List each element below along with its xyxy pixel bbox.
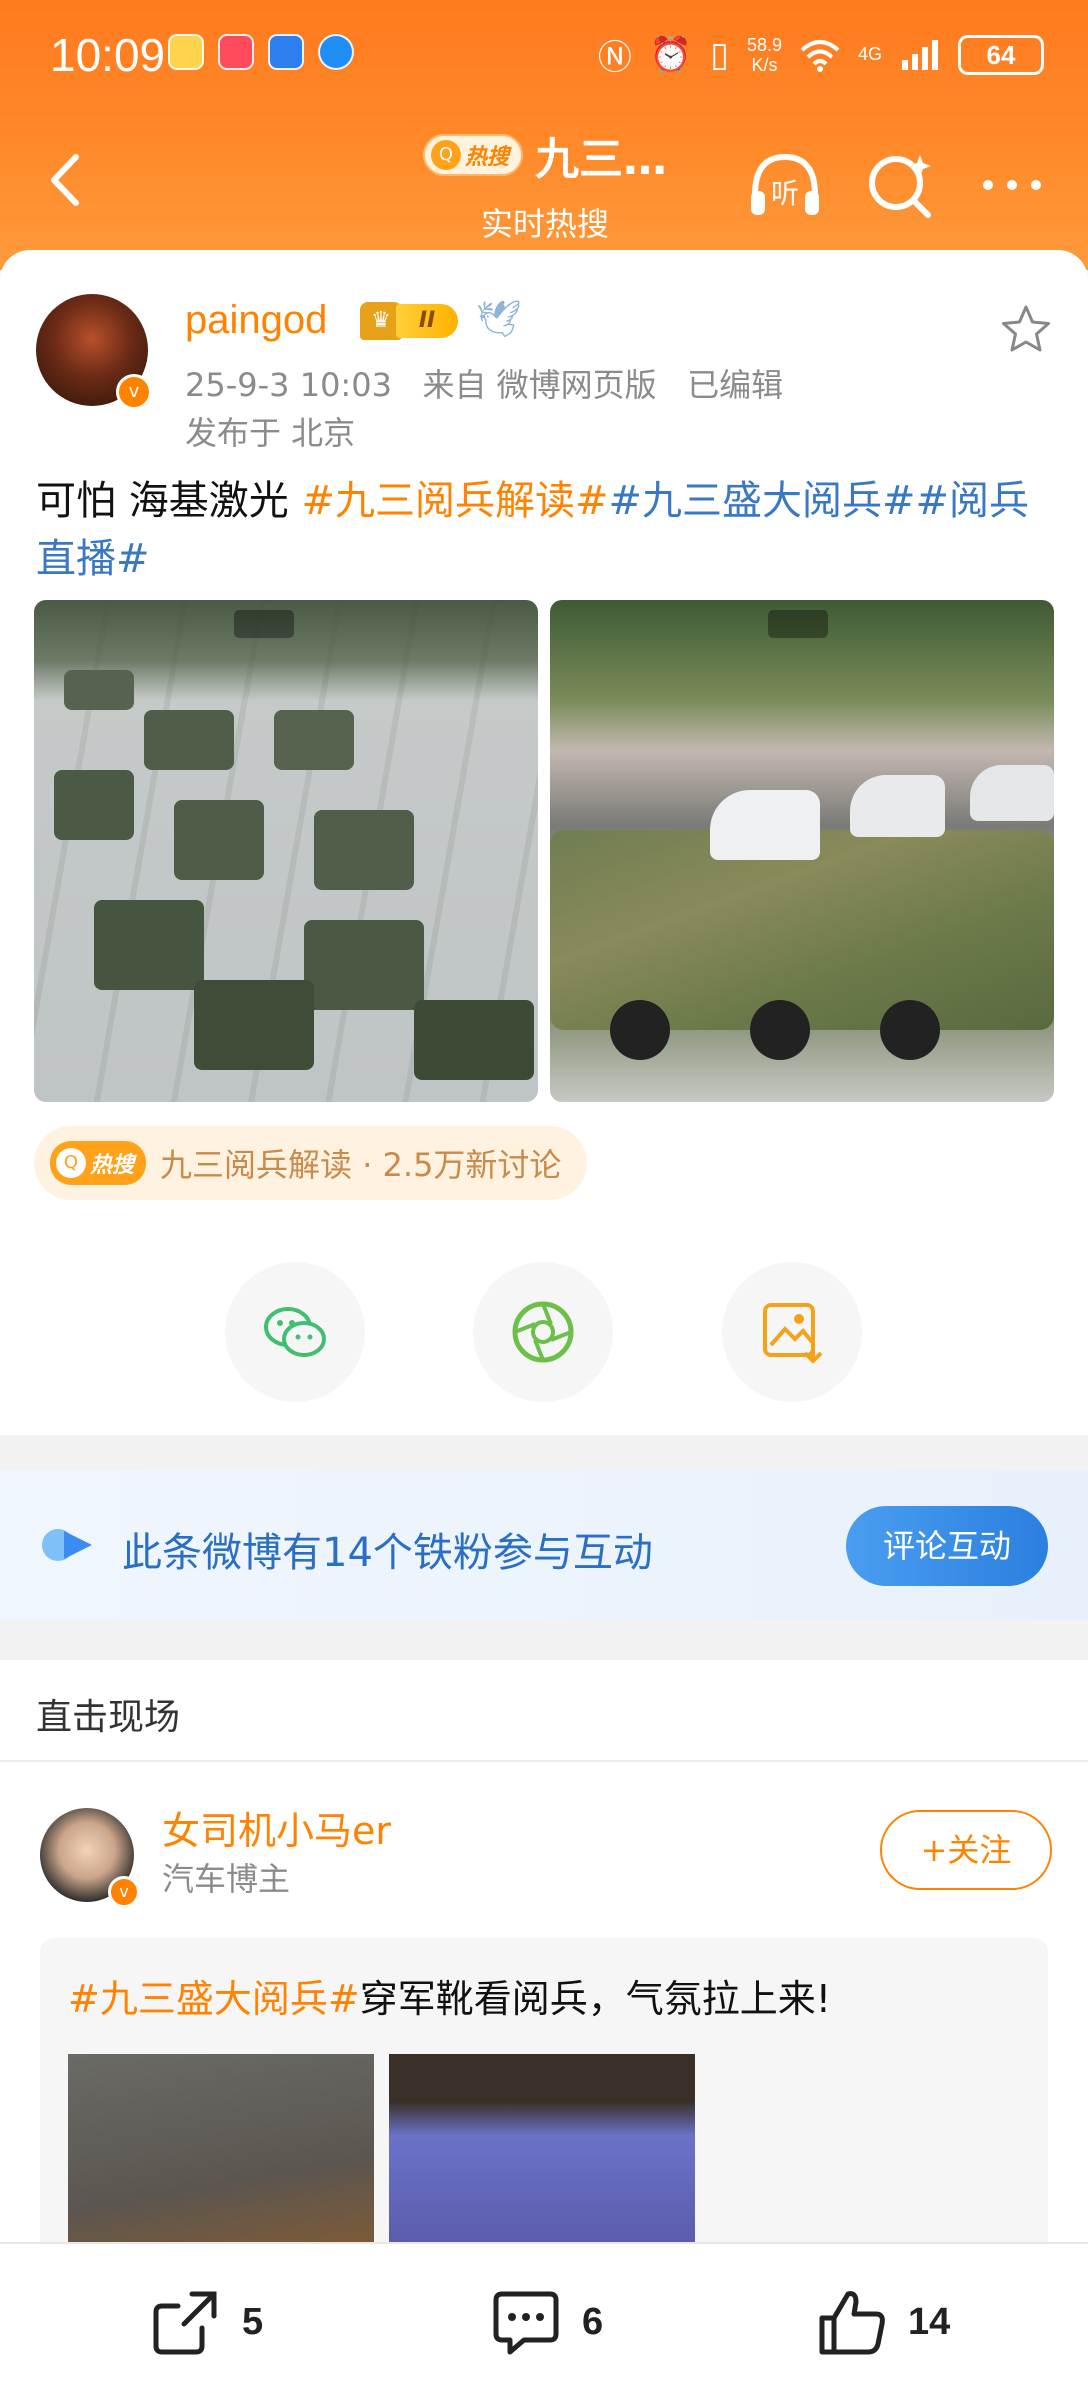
status-bar: 10:09 Ⓝ ⏰ ▯ 58.9 K/s 4G 64 (0, 0, 1088, 110)
nfc-icon: Ⓝ (597, 38, 632, 78)
more-options-icon[interactable] (972, 145, 1052, 225)
save-image-button[interactable] (722, 1262, 862, 1402)
share-wechat-button[interactable] (225, 1262, 365, 1402)
weather-icon (268, 34, 304, 70)
post-image[interactable] (34, 600, 538, 1102)
author-avatar[interactable]: v (40, 1808, 140, 1908)
hot-search-badge: Q 热搜 (50, 1141, 147, 1185)
bottom-action-bar: 5 6 14 (0, 2242, 1088, 2400)
fans-interaction-banner: 此条微博有14个铁粉参与互动 评论互动 (0, 1470, 1088, 1620)
vibrate-icon: ▯ (710, 34, 729, 75)
author-name[interactable]: paingod (185, 298, 327, 343)
network-type: 4G (857, 44, 882, 64)
post-text: 可怕 海基激光 #九三阅兵解读##九三盛大阅兵##阅兵直播# (36, 472, 1052, 588)
post-location: 发布于 北京 (185, 414, 356, 452)
hot-search-label: 热搜 (464, 145, 509, 170)
nav-bar: Q 热搜 九三… 实时热搜 听 (0, 115, 1088, 245)
page-subtitle: 实时热搜 (480, 205, 609, 243)
author-avatar[interactable]: v (36, 294, 152, 410)
follow-button[interactable]: +关注 (880, 1810, 1052, 1890)
divider (0, 1760, 1088, 1762)
post-edited: 已编辑 (687, 366, 784, 404)
network-speed-value: 58.9 (746, 34, 782, 55)
hot-topic-text: 九三阅兵解读 · 2.5万新讨论 (160, 1146, 562, 1184)
notification-icons (168, 34, 354, 70)
thumbs-up-icon (819, 2291, 885, 2355)
repost-button[interactable]: 5 (148, 2284, 263, 2360)
like-button[interactable]: 14 (814, 2284, 950, 2360)
search-icon[interactable] (860, 145, 940, 225)
status-time: 10:09 (50, 29, 166, 81)
tips-icon (318, 34, 354, 70)
wechat-icon (264, 1307, 326, 1357)
alarm-icon: ⏰ (649, 34, 693, 75)
member-level: II (396, 304, 458, 338)
app-screen: 10:09 Ⓝ ⏰ ▯ 58.9 K/s 4G 64 Q 热搜 九三… 实时热搜… (0, 0, 1088, 2400)
hashtag-link[interactable]: #九三盛大阅兵# (68, 1977, 360, 2021)
page-title: 九三… (535, 134, 667, 185)
live-post-text: #九三盛大阅兵#穿军靴看阅兵，气氛拉上来! (68, 1968, 831, 2023)
fans-badge-icon (42, 1529, 92, 1561)
comment-count: 6 (582, 2300, 604, 2343)
save-image-icon (763, 1303, 823, 1364)
huawei-store-icon (218, 34, 254, 70)
search-icon: Q (430, 140, 461, 170)
live-post-body: 穿军靴看阅兵，气氛拉上来! (359, 1977, 831, 2021)
battery-indicator: 64 (958, 34, 1044, 75)
like-count: 14 (908, 2300, 951, 2343)
nav-title[interactable]: Q 热搜 九三… 实时热搜 (395, 123, 695, 245)
author-role: 汽车博主 (162, 1860, 291, 1898)
live-photo-icon (234, 610, 294, 638)
post-card: v paingod ♛ II 🕊 25-9-3 10:03 来自 微博网页版 已… (0, 250, 1088, 1435)
share-moments-button[interactable] (473, 1262, 613, 1402)
post-text-body: 可怕 海基激光 (36, 478, 302, 524)
hot-search-label: 热搜 (90, 1153, 135, 1178)
comment-interact-button[interactable]: 评论互动 (846, 1506, 1048, 1586)
hot-search-badge: Q 热搜 (422, 134, 523, 176)
verified-badge-icon: v (116, 374, 152, 410)
post-meta: 25-9-3 10:03 来自 微博网页版 已编辑 (185, 360, 783, 406)
listen-headphones-icon[interactable]: 听 (745, 145, 825, 225)
status-indicators: Ⓝ ⏰ ▯ 58.9 K/s 4G 64 (598, 30, 1044, 79)
dove-badge-icon[interactable]: 🕊 (476, 298, 522, 340)
wifi-icon (800, 39, 840, 72)
post-timestamp: 25-9-3 10:03 (185, 366, 392, 404)
comment-icon (493, 2291, 559, 2355)
member-level-badge[interactable]: ♛ II (360, 302, 458, 340)
post-image[interactable] (550, 600, 1054, 1102)
section-title: 直击现场 (36, 1697, 181, 1738)
back-arrow-icon[interactable] (36, 145, 96, 215)
hot-topic-chip[interactable]: Q 热搜 九三阅兵解读 · 2.5万新讨论 (34, 1126, 588, 1200)
signal-icon (902, 39, 938, 70)
fans-text: 此条微博有14个铁粉参与互动 (122, 1530, 653, 1576)
moments-aperture-icon (512, 1301, 574, 1363)
verified-badge-icon: v (108, 1876, 140, 1908)
post-source: 来自 微博网页版 (422, 366, 657, 404)
network-speed-unit: K/s (751, 54, 778, 75)
listen-label: 听 (771, 177, 799, 210)
favorite-star-icon[interactable] (998, 302, 1054, 358)
comment-button[interactable]: 6 (488, 2284, 603, 2360)
hashtag-link[interactable]: #九三阅兵解读# (301, 478, 608, 524)
network-speed: 58.9 K/s (747, 35, 782, 75)
live-photo-icon (768, 610, 828, 638)
repost-icon (153, 2291, 217, 2355)
repost-count: 5 (242, 2300, 264, 2343)
app-notification-icon (168, 34, 204, 70)
header: 10:09 Ⓝ ⏰ ▯ 58.9 K/s 4G 64 Q 热搜 九三… 实时热搜… (0, 0, 1088, 270)
search-icon: Q (56, 1148, 86, 1178)
author-name[interactable]: 女司机小马er (162, 1800, 391, 1855)
